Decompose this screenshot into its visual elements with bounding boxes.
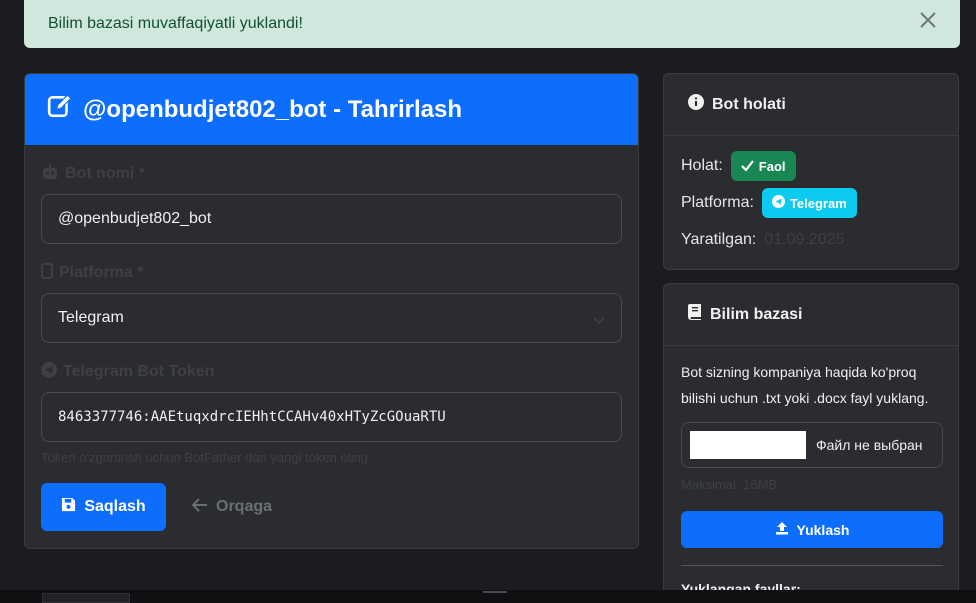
platform-label: Platforma * — [41, 262, 622, 284]
save-button[interactable]: Saqlash — [41, 483, 166, 531]
knowledge-card-header: Bilim bazasi — [664, 284, 958, 346]
back-button[interactable]: Orqaga — [191, 497, 272, 517]
close-icon[interactable] — [918, 10, 938, 30]
platform-select[interactable]: Telegram — [41, 293, 622, 343]
edit-icon — [47, 93, 83, 126]
upload-icon — [775, 521, 789, 538]
taskbar — [0, 590, 976, 603]
alert-message: Bilim bazasi muvaffaqiyatli yuklandi! — [48, 15, 303, 32]
bot-name-input[interactable]: @openbudjet802_bot — [41, 194, 622, 244]
check-icon — [741, 159, 754, 174]
token-input[interactable]: 8463377746:AAEtuqxdrcIEHhtCCAHv40xHTyZcG… — [41, 392, 622, 442]
page-title: @openbudjet802_bot - Tahrirlash — [83, 95, 463, 123]
platform-badge: Telegram — [761, 188, 857, 218]
bot-name-label: Bot nomi * — [41, 163, 622, 185]
edit-card-header: @openbudjet802_bot - Tahrirlash — [25, 74, 638, 145]
info-icon — [688, 94, 704, 115]
status-card-header: Bot holati — [664, 74, 958, 136]
upload-button[interactable]: Yuklash — [681, 511, 943, 548]
status-badge: Faol — [730, 151, 796, 181]
choose-file-button[interactable]: Выберите файл — [690, 431, 806, 459]
arrow-left-icon — [191, 497, 208, 517]
edit-bot-card: @openbudjet802_bot - Tahrirlash Bot nomi… — [24, 73, 639, 549]
robot-icon — [41, 163, 59, 185]
success-alert: Bilim bazasi muvaffaqiyatli yuklandi! — [24, 0, 960, 48]
knowledge-description: Bot sizning kompaniya haqida ko'proq bil… — [681, 364, 929, 406]
phone-icon — [41, 262, 53, 284]
file-status: Файл не выбран — [816, 437, 923, 453]
platform-row: Platforma: Telegram — [681, 188, 857, 218]
telegram-icon — [41, 361, 57, 383]
token-hint: Token o'zgartirish uchun BotFather dan y… — [41, 450, 368, 465]
telegram-icon — [771, 195, 785, 211]
created-row: Yaratilgan: 01.09.2025 — [681, 231, 845, 248]
book-icon — [688, 304, 702, 325]
created-date: 01.09.2025 — [764, 231, 845, 248]
max-size-hint: Maksimal: 16MB — [681, 477, 778, 492]
status-row: Holat: Faol — [681, 151, 796, 181]
bot-status-card: Bot holati Holat: Faol Platforma: Telegr… — [663, 73, 959, 270]
taskbar-item[interactable] — [42, 593, 130, 603]
token-label: Telegram Bot Token — [41, 361, 622, 383]
divider — [681, 565, 943, 566]
knowledge-base-card: Bilim bazasi Bot sizning kompaniya haqid… — [663, 283, 959, 603]
taskbar-indicator — [483, 591, 507, 593]
floppy-icon — [61, 497, 76, 517]
file-input[interactable]: Выберите файл Файл не выбран — [681, 422, 943, 468]
chevron-down-icon — [593, 312, 605, 330]
